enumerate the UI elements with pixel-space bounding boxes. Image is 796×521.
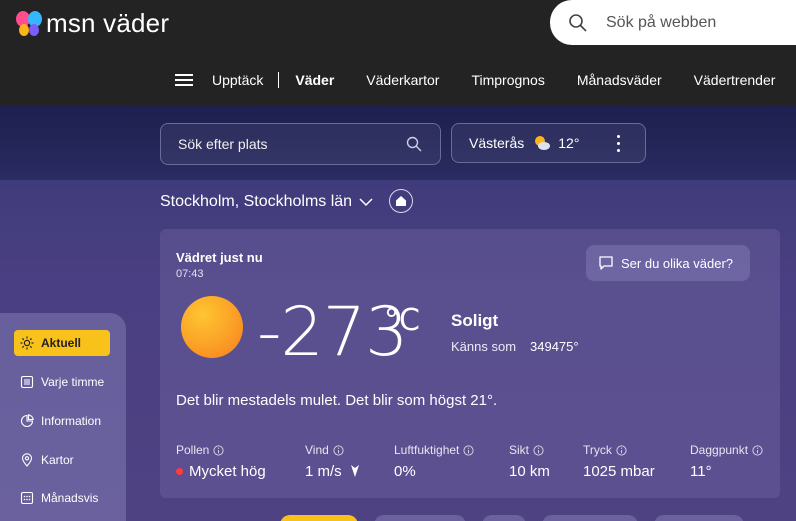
logo-text: msn väder (46, 8, 170, 38)
feels-like-label: Känns som (451, 339, 517, 354)
feels-like-value: 349475° (530, 339, 579, 354)
location-title: Stockholm, Stockholms län (160, 193, 353, 210)
nav-item-manadsvader[interactable]: Månadsväder (577, 72, 662, 88)
side-nav-label: Kartor (41, 453, 74, 467)
side-nav-item-information[interactable]: Information (14, 408, 101, 434)
info-icon[interactable] (752, 444, 763, 456)
metric-value: 11° (690, 462, 712, 480)
saved-location-card[interactable]: Västerås 12° (451, 123, 646, 163)
location-selector[interactable]: Stockholm, Stockholms län (160, 193, 374, 211)
web-search-input[interactable] (606, 13, 776, 32)
search-icon[interactable] (406, 136, 422, 152)
wind-direction-arrow-icon (350, 465, 359, 477)
map-pin-icon (21, 453, 33, 467)
temperature-unit[interactable]: °C (384, 303, 420, 338)
side-nav-item-kartor[interactable]: Kartor (14, 447, 74, 473)
side-nav-label: Aktuell (41, 336, 82, 350)
weather-condition: Soligt (451, 311, 499, 330)
info-icon[interactable] (213, 444, 224, 456)
metric-visibility: Sikt 10 km (509, 442, 550, 481)
metric-value: 0% (394, 462, 416, 480)
hourly-icon (20, 375, 34, 389)
home-icon (396, 196, 406, 206)
side-nav-label: Information (41, 414, 102, 428)
metric-label: Daggpunkt (690, 443, 749, 457)
location-search-input[interactable] (178, 136, 378, 152)
metric-label: Sikt (509, 443, 530, 457)
search-icon (569, 13, 587, 32)
metric-pressure: Tryck 1025 mbar (583, 442, 655, 481)
metric-value: 1 m/s (305, 462, 342, 480)
metric-label: Luftfuktighet (394, 443, 460, 457)
side-nav-item-varje-timme[interactable]: Varje timme (14, 369, 104, 395)
metric-label: Pollen (176, 443, 210, 457)
main-nav: Upptäck Väder Väderkartor Timprognos Mån… (175, 70, 775, 90)
nav-item-upptack[interactable]: Upptäck (212, 72, 263, 88)
sunny-icon (181, 296, 243, 358)
info-icon[interactable] (616, 444, 627, 456)
web-search-box[interactable] (550, 0, 796, 45)
menu-icon[interactable] (175, 74, 193, 86)
metric-pollen: Pollen Mycket hög (176, 442, 266, 481)
metric-wind: Vind 1 m/s (305, 442, 360, 481)
metric-humidity: Luftfuktighet 0% (394, 442, 474, 481)
bottom-tab[interactable] (542, 515, 638, 521)
metric-value: Mycket hög (189, 462, 266, 480)
calendar-icon (20, 491, 34, 505)
feedback-label: Ser du olika väder? (621, 255, 734, 271)
chat-bubble-icon (599, 256, 613, 270)
info-icon[interactable] (463, 444, 474, 456)
location-search-box[interactable] (160, 123, 441, 165)
nav-item-vaderkartor[interactable]: Väderkartor (366, 72, 439, 88)
sun-icon (20, 336, 34, 350)
bottom-tab[interactable] (654, 515, 744, 521)
butterfly-icon (16, 10, 42, 36)
nav-item-vader[interactable]: Väder (295, 72, 334, 88)
bottom-tab[interactable] (482, 515, 526, 521)
side-nav-label: Varje timme (41, 375, 105, 389)
saved-location-temp: 12° (558, 135, 580, 151)
bottom-tab-active[interactable] (280, 515, 358, 521)
metric-value: 10 km (509, 462, 550, 480)
nav-divider (278, 72, 280, 88)
nav-item-timprognos[interactable]: Timprognos (471, 72, 544, 88)
metric-label: Vind (305, 443, 329, 457)
partly-cloudy-icon (535, 136, 551, 150)
side-nav-label: Månadsvis (41, 491, 99, 505)
bottom-tab[interactable] (374, 515, 466, 521)
saved-location-name: Västerås (469, 135, 525, 151)
info-icon[interactable] (333, 444, 344, 456)
alert-dot-icon (176, 467, 183, 475)
side-nav-item-aktuell[interactable]: Aktuell (14, 330, 110, 356)
nav-item-vadertrender[interactable]: Vädertrender (694, 72, 776, 88)
info-icon[interactable] (533, 444, 544, 456)
feedback-button[interactable]: Ser du olika väder? (586, 245, 750, 281)
weather-summary: Det blir mestadels mulet. Det blir som h… (176, 392, 498, 409)
more-options-icon[interactable] (617, 135, 621, 152)
msn-logo[interactable]: msn väder (14, 8, 169, 39)
current-weather-time: 07:43 (176, 268, 204, 280)
home-location-button[interactable] (389, 189, 413, 213)
metric-value: 1025 mbar (583, 462, 655, 480)
metric-label: Tryck (583, 443, 612, 457)
pie-chart-icon (20, 414, 34, 428)
current-weather-title: Vädret just nu (176, 250, 263, 265)
metric-dew-point: Daggpunkt 11° (690, 442, 763, 481)
chevron-down-icon (359, 198, 373, 207)
side-nav-item-manadsvis[interactable]: Månadsvis (14, 485, 98, 511)
